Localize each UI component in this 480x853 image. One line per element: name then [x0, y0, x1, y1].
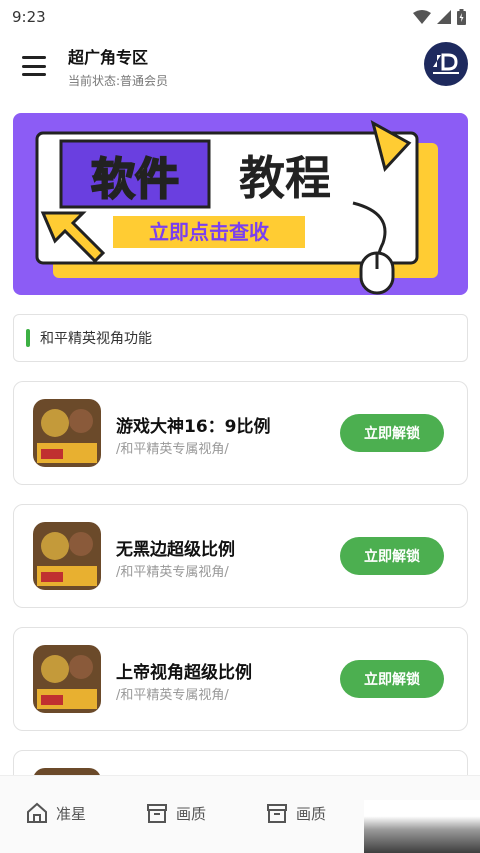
menu-icon[interactable]	[22, 56, 46, 76]
signal-icon	[437, 10, 451, 24]
card-subtitle: /和平精英专属视角/	[116, 442, 229, 457]
archive-box-icon	[267, 804, 287, 823]
status-icons	[413, 9, 466, 25]
feature-card-2: 无黑边超级比例 /和平精英专属视角/ 立即解锁	[13, 504, 468, 608]
wifi-icon	[413, 10, 431, 24]
unlock-button[interactable]: 立即解锁	[340, 414, 444, 452]
section-accent-bar	[26, 329, 30, 347]
card-title: 无黑边超级比例	[116, 540, 235, 560]
nav-item-quality-2[interactable]: 画质	[266, 802, 326, 824]
member-status: 当前状态:普通会员	[68, 73, 169, 88]
feature-card-3: 上帝视角超级比例 /和平精英专属视角/ 立即解锁	[13, 627, 468, 731]
feature-card-1: 游戏大神16：9比例 /和平精英专属视角/ 立即解锁	[13, 381, 468, 485]
section-label: 和平精英视角功能	[40, 331, 152, 347]
app-bar: 超广角专区 当前状态:普通会员	[0, 34, 480, 98]
game-thumbnail	[33, 399, 101, 467]
brand-logo-icon	[433, 53, 459, 74]
game-thumbnail	[33, 522, 101, 590]
banner-word-1: 软件	[91, 155, 179, 204]
battery-icon	[457, 9, 466, 25]
header-titles: 超广角专区 当前状态:普通会员	[68, 44, 168, 89]
home-icon	[27, 802, 47, 823]
page-title: 超广角专区	[68, 47, 149, 67]
banner-word-2: 教程	[239, 152, 331, 204]
avatar[interactable]	[424, 42, 468, 86]
nav-label: 画质	[296, 804, 327, 823]
game-thumbnail	[33, 645, 101, 713]
section-header: 和平精英视角功能	[13, 314, 468, 362]
unlock-button[interactable]: 立即解锁	[340, 537, 444, 575]
banner-cta[interactable]: 立即点击查收	[149, 220, 269, 244]
status-bar: 9:23	[0, 0, 480, 34]
nav-item-quality-1[interactable]: 画质	[146, 802, 206, 824]
status-time: 9:23	[12, 8, 46, 26]
tutorial-banner[interactable]: 软件 教程 立即点击查收	[13, 113, 468, 295]
nav-label: 准星	[56, 804, 87, 823]
archive-box-icon	[147, 804, 167, 823]
nav-item-aim[interactable]: 准星	[26, 802, 86, 824]
bottom-nav: 准星 画质 画质	[0, 775, 480, 853]
preview-thumbnail	[364, 800, 480, 853]
card-subtitle: /和平精英专属视角/	[116, 565, 229, 580]
nav-label: 画质	[176, 804, 207, 823]
card-title: 游戏大神16：9比例	[116, 417, 271, 437]
card-subtitle: /和平精英专属视角/	[116, 688, 229, 703]
unlock-button[interactable]: 立即解锁	[340, 660, 444, 698]
card-title: 上帝视角超级比例	[116, 663, 252, 683]
